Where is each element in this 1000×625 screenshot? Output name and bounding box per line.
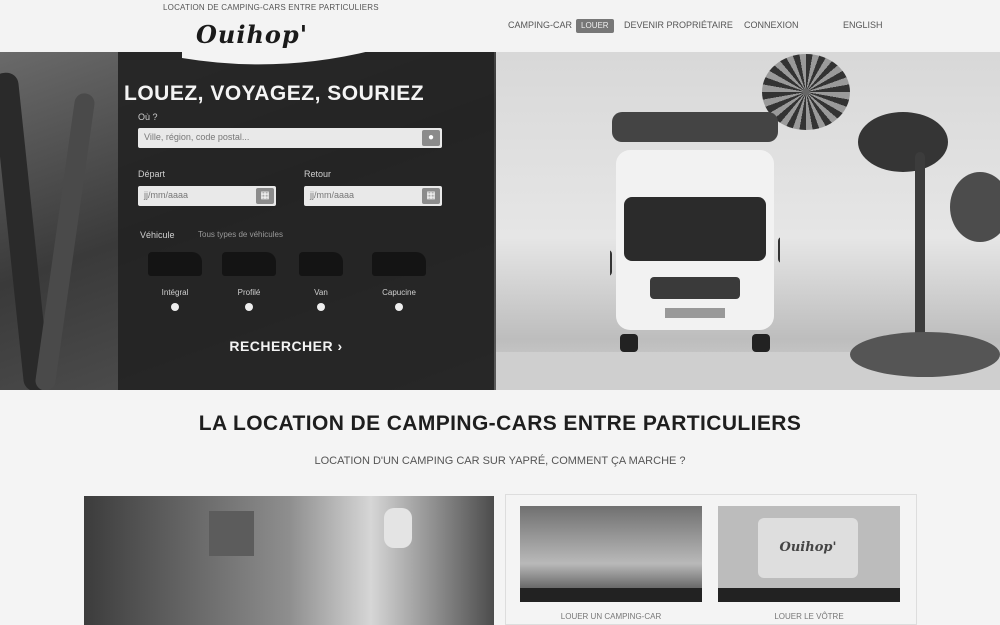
lamp-shape bbox=[384, 508, 412, 548]
interior-photo bbox=[84, 496, 494, 625]
nav-item-camping-car[interactable]: CAMPING-CAR LOUER bbox=[508, 16, 614, 34]
logo-text: Ouihop' bbox=[196, 20, 309, 49]
palm-leaves-decoration bbox=[858, 112, 948, 172]
vehicle-radio[interactable] bbox=[317, 303, 325, 311]
vehicle-radio[interactable] bbox=[245, 303, 253, 311]
vehicle-option-capucine[interactable]: Capucine bbox=[368, 252, 430, 311]
return-label: Retour bbox=[304, 169, 332, 179]
nav-badge[interactable]: LOUER bbox=[576, 19, 614, 33]
destination-placeholder: Ville, région, code postal... bbox=[144, 132, 250, 142]
main-nav: CAMPING-CAR LOUER DEVENIR PROPRIÉTAIRE CO… bbox=[500, 16, 1000, 36]
card-bar bbox=[718, 588, 900, 602]
destination-input[interactable]: Ville, région, code postal... ● bbox=[138, 128, 442, 148]
nav-item-owner[interactable]: DEVENIR PROPRIÉTAIRE bbox=[624, 16, 733, 34]
return-date-input[interactable]: jj/mm/aaaa ▦ bbox=[304, 186, 442, 206]
section-subtitle[interactable]: LOCATION D'UN CAMPING CAR SUR YAPRÉ, COM… bbox=[0, 455, 1000, 467]
vehicle-option-van[interactable]: Van bbox=[290, 252, 352, 311]
section-title: LA LOCATION DE CAMPING-CARS ENTRE PARTIC… bbox=[198, 412, 802, 435]
motorhome-icon bbox=[148, 252, 202, 276]
camping-car-image bbox=[610, 112, 780, 352]
calendar-icon[interactable]: ▦ bbox=[422, 188, 440, 204]
site-tagline: LOCATION DE CAMPING-CARS ENTRE PARTICULI… bbox=[163, 3, 379, 12]
vehicle-radio[interactable] bbox=[171, 303, 179, 311]
search-panel: LOUEZ, VOYAGEZ, SOURIEZ Où ? Ville, régi… bbox=[118, 52, 494, 390]
page: LOCATION DE CAMPING-CARS ENTRE PARTICULI… bbox=[0, 0, 1000, 625]
bush-decoration bbox=[850, 332, 1000, 377]
hero-banner: LOUEZ, VOYAGEZ, SOURIEZ Où ? Ville, régi… bbox=[0, 52, 1000, 390]
vehicle-option-integral[interactable]: Intégral bbox=[144, 252, 206, 311]
van-icon bbox=[299, 252, 343, 276]
vehicle-radio[interactable] bbox=[395, 303, 403, 311]
site-logo[interactable]: Ouihop' bbox=[182, 12, 374, 74]
departure-label: Départ bbox=[138, 169, 166, 179]
nav-label: CAMPING-CAR bbox=[508, 20, 573, 30]
logo-sign: Ouihop' bbox=[758, 518, 858, 578]
motorhome-icon bbox=[222, 252, 276, 276]
return-date-value: jj/mm/aaaa bbox=[310, 190, 355, 200]
nav-item-language[interactable]: ENGLISH bbox=[843, 16, 883, 34]
vehicle-option-label: Capucine bbox=[382, 288, 416, 297]
palm-trunk-decoration bbox=[915, 152, 925, 362]
hero-title: LOUEZ, VOYAGEZ, SOURIEZ bbox=[124, 82, 425, 105]
vehicle-type-hint: Tous types de véhicules bbox=[198, 230, 283, 239]
destination-label: Où ? bbox=[138, 112, 158, 122]
vehicle-type-label: Véhicule bbox=[140, 230, 175, 240]
site-header: LOCATION DE CAMPING-CARS ENTRE PARTICULI… bbox=[0, 0, 1000, 52]
vehicle-option-profile[interactable]: Profilé bbox=[218, 252, 280, 311]
nav-label: CONNEXION bbox=[744, 20, 799, 30]
rent-card-caption[interactable]: LOUER UN CAMPING-CAR bbox=[520, 612, 702, 621]
location-pin-icon: ● bbox=[422, 130, 440, 146]
nav-label: ENGLISH bbox=[843, 20, 883, 30]
tv-screen-shape bbox=[209, 511, 254, 556]
nav-item-login[interactable]: CONNEXION bbox=[744, 16, 799, 34]
list-card-caption[interactable]: LOUER LE VÔTRE bbox=[718, 612, 900, 621]
motorhome-icon bbox=[372, 252, 426, 276]
vehicle-option-label: Van bbox=[314, 288, 328, 297]
vehicle-option-label: Intégral bbox=[161, 288, 189, 297]
nav-label: DEVENIR PROPRIÉTAIRE bbox=[624, 20, 733, 30]
calendar-icon[interactable]: ▦ bbox=[256, 188, 274, 204]
departure-date-input[interactable]: jj/mm/aaaa ▦ bbox=[138, 186, 276, 206]
card-bar bbox=[520, 588, 702, 602]
logo-mini-text: Ouihop' bbox=[779, 540, 837, 555]
vehicle-option-label: Profilé bbox=[237, 288, 261, 297]
search-button[interactable]: RECHERCHER › bbox=[206, 334, 366, 358]
departure-date-value: jj/mm/aaaa bbox=[144, 190, 189, 200]
